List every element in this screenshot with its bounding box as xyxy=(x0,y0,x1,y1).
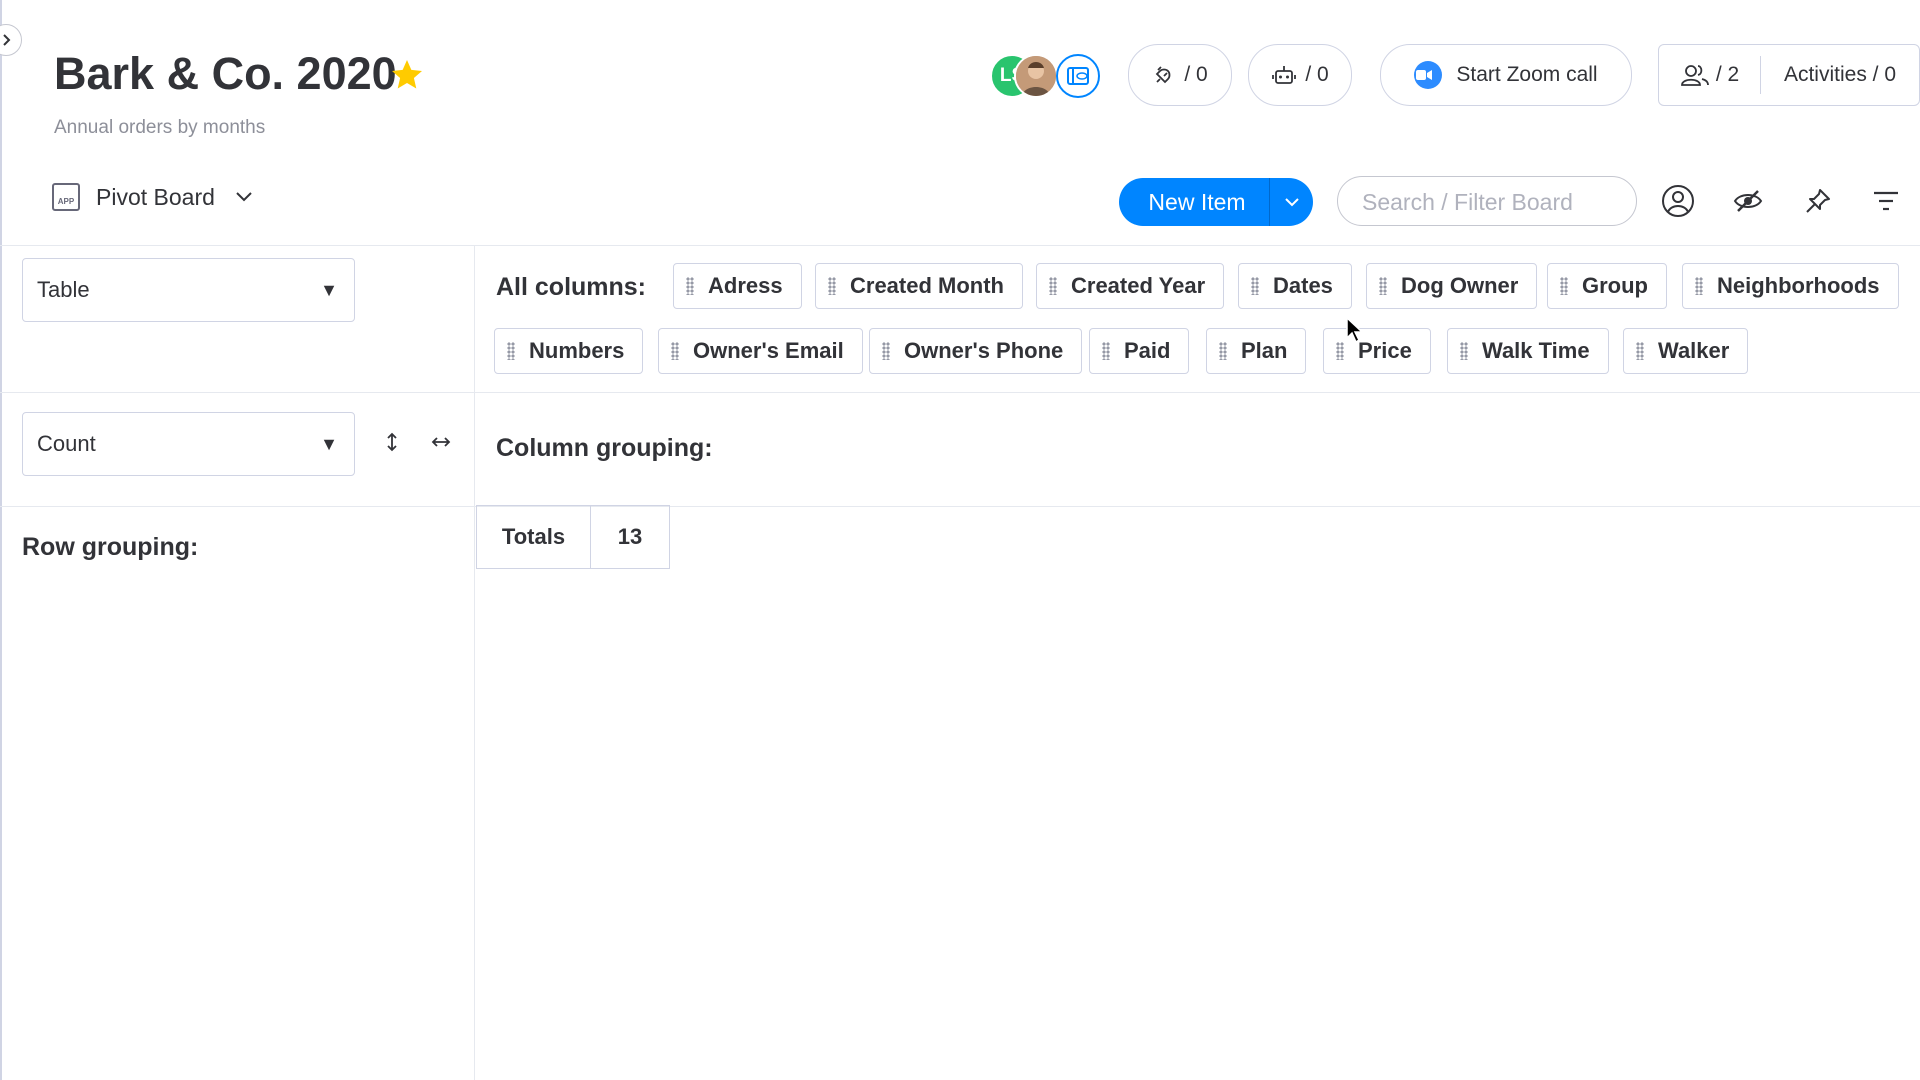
new-item-button-group: New Item xyxy=(1119,178,1313,226)
totals-table: Totals 13 xyxy=(476,505,670,569)
column-chip[interactable]: Walker xyxy=(1623,328,1749,374)
members-button[interactable]: / 2 xyxy=(1659,56,1761,94)
left-panel-edge xyxy=(0,0,2,1080)
person-filter-button[interactable] xyxy=(1661,184,1695,218)
members-activities-box: / 2 Activities / 0 xyxy=(1658,44,1920,106)
robot-icon xyxy=(1272,66,1297,84)
board-description[interactable]: Annual orders by months xyxy=(54,117,265,139)
swap-vertical-button[interactable] xyxy=(375,425,409,459)
integrations-button[interactable]: / 0 xyxy=(1128,44,1232,106)
column-chip[interactable]: Dog Owner xyxy=(1366,263,1538,309)
caret-down-icon: ▼ xyxy=(320,434,338,454)
person-photo-icon xyxy=(1016,56,1056,96)
chart-type-select[interactable]: Table ▼ xyxy=(22,258,355,322)
column-chip[interactable]: Adress xyxy=(673,263,802,309)
board-title[interactable]: Bark & Co. 2020 xyxy=(54,48,397,100)
drag-handle-icon[interactable] xyxy=(671,342,679,360)
automations-button[interactable]: / 0 xyxy=(1248,44,1352,106)
drag-handle-icon[interactable] xyxy=(1460,342,1468,360)
drag-handle-icon[interactable] xyxy=(1336,342,1344,360)
avatar-photo[interactable] xyxy=(1014,54,1058,98)
column-chip[interactable]: Numbers xyxy=(494,328,644,374)
drag-handle-icon[interactable] xyxy=(1102,342,1110,360)
column-chip[interactable]: Neighborhoods xyxy=(1682,263,1899,309)
column-chip[interactable]: Owner's Email xyxy=(658,328,863,374)
app-view-icon: APP xyxy=(52,183,80,211)
aggregation-value: Count xyxy=(37,431,96,456)
view-name: Pivot Board xyxy=(96,183,215,210)
totals-value: 13 xyxy=(617,524,643,549)
monday-board-page: Bark & Co. 2020 Annual orders by months … xyxy=(0,0,1920,1080)
filter-lines-icon xyxy=(1874,191,1898,211)
column-chip[interactable]: Price xyxy=(1323,328,1431,374)
filter-button[interactable] xyxy=(1869,184,1903,218)
favorite-star-icon[interactable] xyxy=(389,57,425,93)
eye-slash-icon xyxy=(1733,190,1763,212)
activities-button[interactable]: Activities / 0 xyxy=(1761,63,1919,87)
chevron-down-icon xyxy=(1284,198,1299,207)
all-columns-label: All columns: xyxy=(496,273,647,301)
column-chip[interactable]: Paid xyxy=(1089,328,1190,374)
start-zoom-call-button[interactable]: Start Zoom call xyxy=(1380,44,1632,106)
divider xyxy=(0,245,1920,246)
plug-icon xyxy=(1156,66,1171,84)
pin-icon xyxy=(1806,189,1830,213)
totals-label: Totals xyxy=(477,506,591,568)
zoom-camera-icon xyxy=(1414,61,1443,89)
people-icon xyxy=(1680,65,1709,86)
viewers-avatar[interactable] xyxy=(1056,54,1100,98)
column-chip[interactable]: Group xyxy=(1547,263,1667,309)
eye-board-icon xyxy=(1067,67,1089,85)
new-item-button[interactable]: New Item xyxy=(1119,189,1269,216)
row-grouping-label: Row grouping: xyxy=(22,533,199,561)
zoom-label: Start Zoom call xyxy=(1456,63,1598,86)
drag-handle-icon[interactable] xyxy=(828,277,836,295)
pin-button[interactable] xyxy=(1801,184,1835,218)
drag-handle-icon[interactable] xyxy=(686,277,694,295)
drag-handle-icon[interactable] xyxy=(1636,342,1644,360)
arrows-horizontal-icon xyxy=(431,437,451,447)
members-count: / 2 xyxy=(1715,63,1740,86)
column-chip[interactable]: Created Month xyxy=(815,263,1023,309)
drag-handle-icon[interactable] xyxy=(1560,277,1568,295)
column-chip[interactable]: Owner's Phone xyxy=(869,328,1083,374)
board-view-selector[interactable]: APP Pivot Board xyxy=(52,183,253,211)
automations-count: / 0 xyxy=(1305,63,1329,86)
column-chip[interactable]: Created Year xyxy=(1036,263,1225,309)
aggregation-select[interactable]: Count ▼ xyxy=(22,412,355,476)
new-item-dropdown-button[interactable] xyxy=(1269,178,1313,226)
divider xyxy=(0,392,1920,393)
drag-handle-icon[interactable] xyxy=(1219,342,1227,360)
chevron-right-icon xyxy=(3,34,11,46)
collapse-sidebar-button[interactable] xyxy=(0,24,22,56)
drag-handle-icon[interactable] xyxy=(507,342,515,360)
search-filter-input[interactable]: Search / Filter Board xyxy=(1337,176,1637,226)
swap-horizontal-button[interactable] xyxy=(424,425,458,459)
arrows-vertical-icon xyxy=(387,432,397,452)
column-chip[interactable]: Walk Time xyxy=(1447,328,1609,374)
drag-handle-icon[interactable] xyxy=(1379,277,1387,295)
drag-handle-icon[interactable] xyxy=(1049,277,1057,295)
person-circle-icon xyxy=(1662,185,1694,217)
caret-down-icon: ▼ xyxy=(320,280,338,300)
drag-handle-icon[interactable] xyxy=(1695,277,1703,295)
drag-handle-icon[interactable] xyxy=(1251,277,1259,295)
column-chip[interactable]: Plan xyxy=(1206,328,1307,374)
column-grouping-label: Column grouping: xyxy=(496,434,713,462)
column-chip[interactable]: Dates xyxy=(1238,263,1352,309)
divider xyxy=(0,506,1920,507)
chevron-down-icon xyxy=(236,192,252,202)
hide-columns-button[interactable] xyxy=(1731,184,1765,218)
mouse-cursor-icon xyxy=(1346,316,1364,344)
board-subscribers[interactable]: LS xyxy=(990,54,1102,98)
chart-type-value: Table xyxy=(37,277,90,302)
drag-handle-icon[interactable] xyxy=(882,342,890,360)
divider xyxy=(474,246,475,1080)
integrations-count: / 0 xyxy=(1184,63,1208,86)
